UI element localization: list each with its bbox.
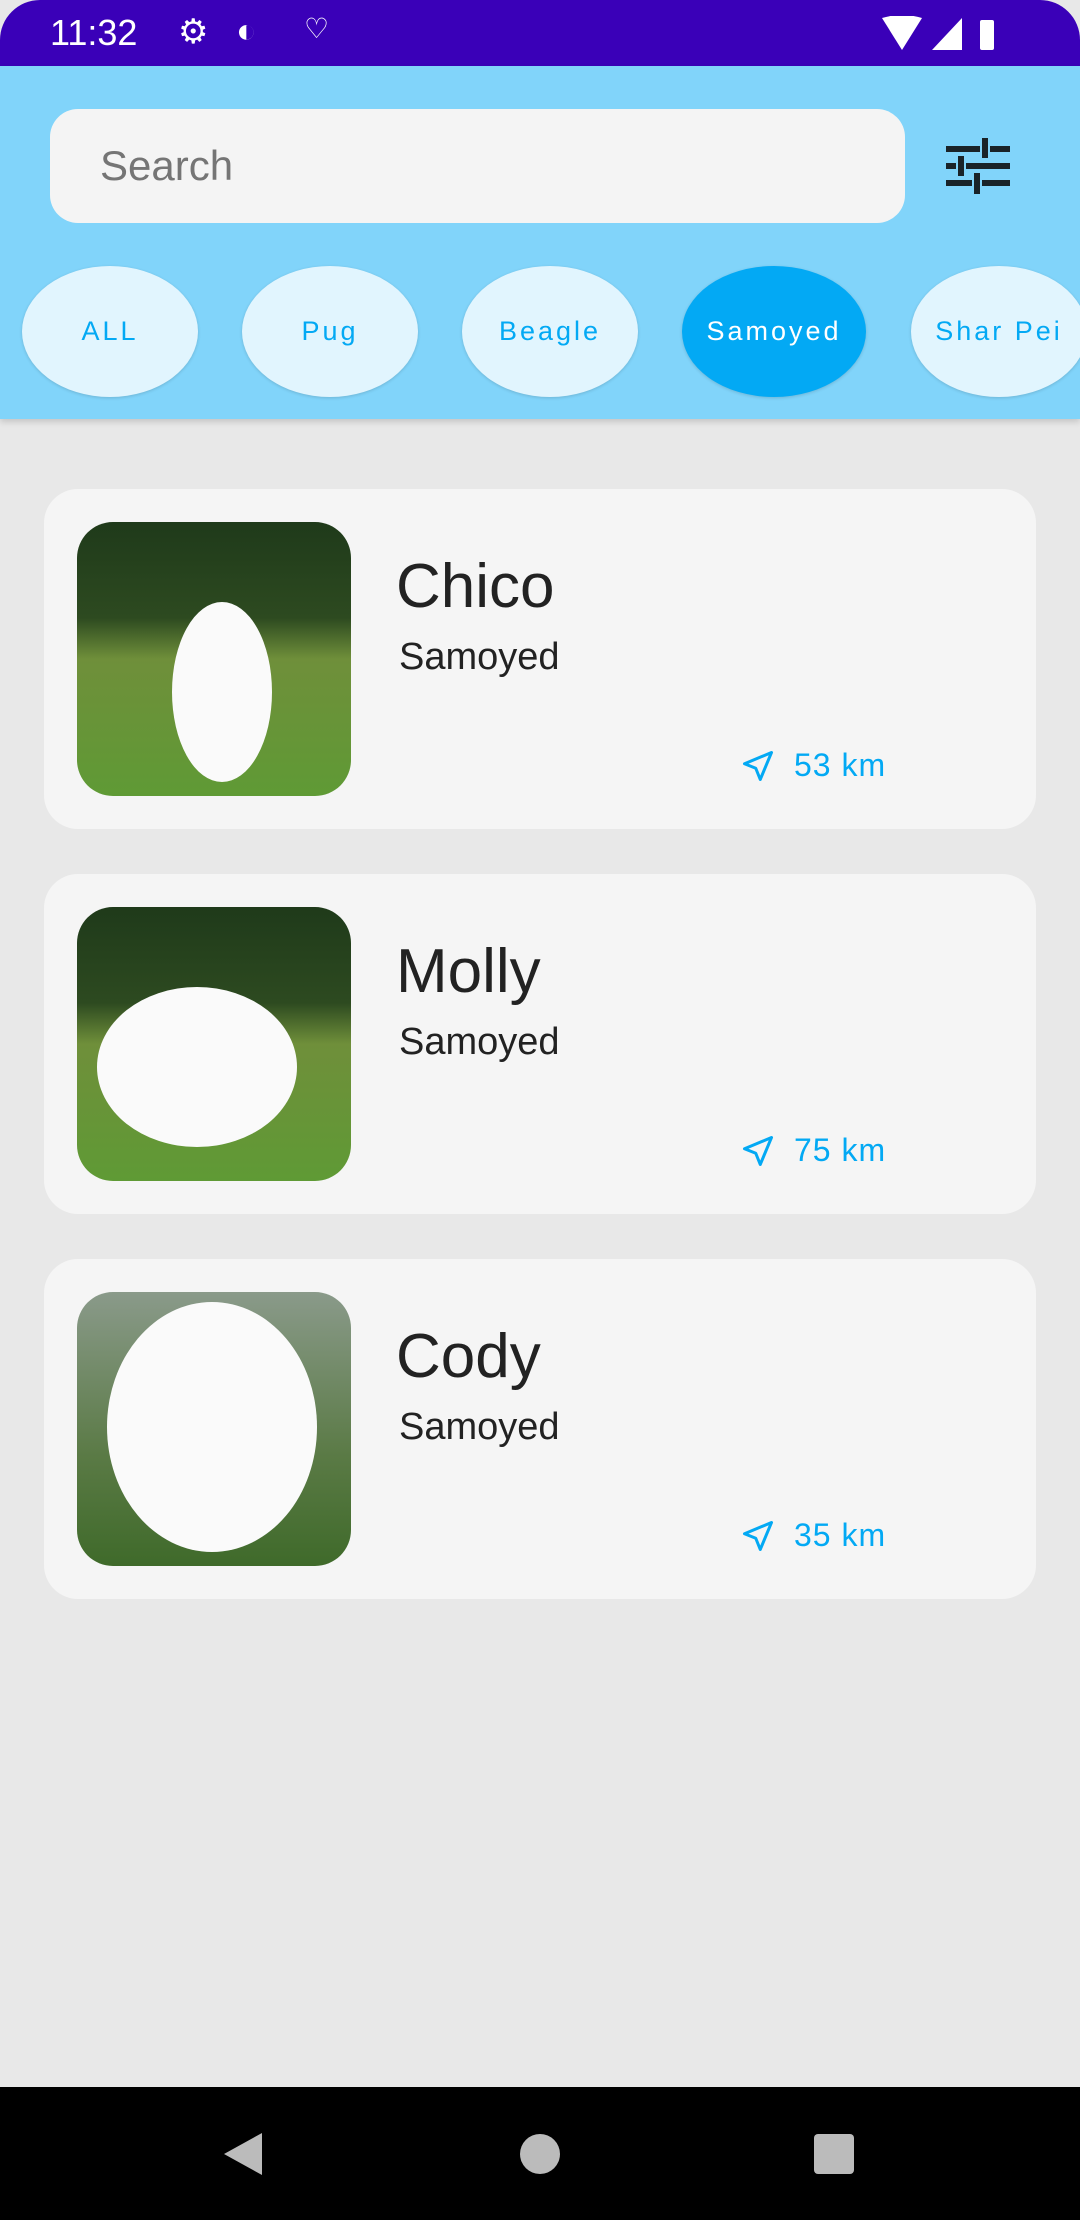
navigation-icon bbox=[743, 750, 773, 781]
clock: 11:32 bbox=[50, 12, 138, 53]
distance: 75 km bbox=[740, 1132, 886, 1169]
chip-label: ALL bbox=[81, 316, 139, 346]
distance-label: 35 km bbox=[794, 1517, 887, 1553]
dog-card[interactable]: Chico Samoyed 53 km bbox=[44, 489, 1036, 829]
dog-name: Chico bbox=[396, 552, 555, 621]
back-icon[interactable] bbox=[222, 2131, 264, 2177]
chip-beagle[interactable]: Beagle bbox=[462, 266, 638, 397]
chip-label: Beagle bbox=[498, 316, 602, 346]
gear-icon: ⚙ bbox=[178, 13, 209, 51]
home-icon[interactable] bbox=[519, 2133, 561, 2175]
dog-photo bbox=[77, 907, 351, 1181]
dog-breed: Samoyed bbox=[399, 1021, 560, 1063]
status-bar: 11:32 ⚙ ◐ ♡ bbox=[0, 0, 1080, 66]
navigation-icon bbox=[743, 1520, 773, 1551]
chip-pug[interactable]: Pug bbox=[242, 266, 418, 397]
dog-name: Cody bbox=[396, 1322, 541, 1391]
distance-label: 75 km bbox=[794, 1132, 887, 1168]
chip-label: Samoyed bbox=[706, 316, 842, 346]
header: ALL Pug Beagle Samoyed Shar Pei bbox=[0, 66, 1080, 419]
distance: 35 km bbox=[740, 1517, 886, 1554]
chip-shar-pei[interactable]: Shar Pei bbox=[911, 266, 1080, 397]
chip-label: Shar Pei bbox=[935, 316, 1063, 346]
wifi-icon bbox=[882, 16, 994, 50]
recents-icon[interactable] bbox=[814, 2134, 854, 2174]
tune-icon[interactable] bbox=[946, 138, 1010, 194]
dog-breed: Samoyed bbox=[399, 1406, 560, 1448]
dog-name: Molly bbox=[396, 937, 541, 1006]
battery-icon bbox=[980, 20, 994, 50]
sync-icon: ◐ bbox=[236, 12, 257, 50]
chip-samoyed[interactable]: Samoyed bbox=[682, 266, 866, 397]
accessibility-icon: ♡ bbox=[304, 13, 330, 44]
dog-card[interactable]: Molly Samoyed 75 km bbox=[44, 874, 1036, 1214]
chip-label: Pug bbox=[301, 316, 359, 346]
distance-label: 53 km bbox=[794, 747, 887, 783]
dog-card[interactable]: Cody Samoyed 35 km bbox=[44, 1259, 1036, 1599]
navigation-icon bbox=[743, 1135, 773, 1166]
dog-photo bbox=[77, 522, 351, 796]
dog-breed: Samoyed bbox=[399, 636, 560, 678]
dog-photo bbox=[77, 1292, 351, 1566]
distance: 53 km bbox=[740, 747, 886, 784]
navigation-bar bbox=[0, 2087, 1080, 2220]
chip-all[interactable]: ALL bbox=[22, 266, 198, 397]
search-input[interactable] bbox=[50, 109, 905, 223]
signal-icon bbox=[932, 18, 962, 50]
